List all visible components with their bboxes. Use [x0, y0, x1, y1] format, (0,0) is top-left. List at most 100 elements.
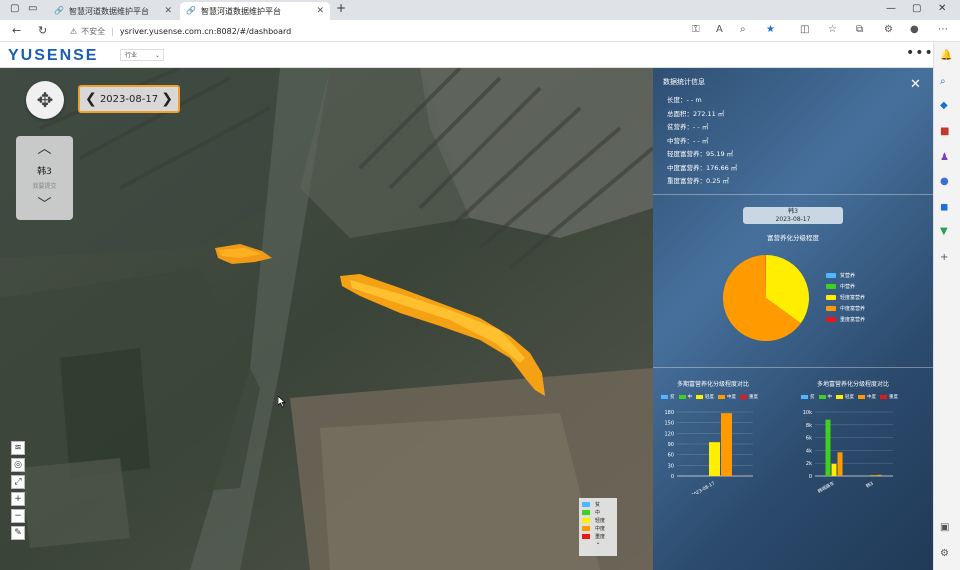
bar[interactable]: [831, 463, 837, 476]
person-icon[interactable]: ♟: [940, 152, 949, 163]
legend-item[interactable]: 中度: [858, 394, 876, 400]
bar[interactable]: [837, 452, 843, 476]
screenshot-icon[interactable]: ▣: [940, 522, 949, 533]
stat-moderate-eutrophic: 中度富营养：176.66 ㎡: [667, 162, 737, 176]
read-aloud-icon[interactable]: A: [716, 24, 723, 35]
legend-item[interactable]: 重度: [740, 394, 758, 400]
outlook-icon[interactable]: ◼: [940, 202, 948, 213]
map-toolbar: ≋ ◎ ⤢ + − ✎: [11, 441, 27, 543]
pie-legend-item[interactable]: 重度富营养: [826, 314, 865, 325]
legend-label: 贫: [595, 501, 601, 508]
collections-icon[interactable]: ⧉: [856, 24, 863, 35]
refresh-icon[interactable]: ↻: [38, 24, 47, 37]
legend-label: 轻度富营养: [840, 295, 866, 301]
bar[interactable]: [876, 474, 882, 476]
compass-button[interactable]: ✥: [26, 81, 64, 119]
bar[interactable]: [825, 419, 831, 476]
next-date-button[interactable]: ❯: [161, 91, 173, 107]
locate-icon[interactable]: ◎: [11, 458, 25, 472]
link-icon: 🔗: [54, 6, 64, 15]
zoom-icon[interactable]: ⌕: [740, 24, 746, 35]
prev-site-button[interactable]: ︿: [16, 138, 73, 158]
tools-icon[interactable]: ■: [940, 126, 949, 137]
legend-swatch: [818, 395, 826, 399]
map-view[interactable]: ✥ ❮ 2023-08-17 ❯ ︿ 韩3 我要提交 ﹀ ≋ ◎ ⤢ + − ✎…: [0, 68, 653, 570]
workspaces-icon[interactable]: ▭: [28, 3, 37, 14]
tag-icon[interactable]: ◆: [940, 100, 948, 111]
close-icon[interactable]: ✕: [910, 77, 921, 92]
more-icon[interactable]: •••: [906, 45, 934, 61]
bar[interactable]: [721, 413, 732, 476]
extensions-icon[interactable]: ⚙: [884, 24, 893, 35]
circle-app-icon[interactable]: ●: [940, 176, 949, 187]
multi-period-bar-chart: 180 150 120 90 60 30 0 2023-08-17: [664, 410, 753, 494]
stat-value: 176.66 ㎡: [706, 163, 738, 172]
stat-mesotrophic: 中营养：- - ㎡: [667, 135, 737, 149]
bell-icon[interactable]: 🔔: [940, 50, 952, 61]
date-selector: ❮ 2023-08-17 ❯: [78, 85, 180, 113]
y-tick-label: 150: [664, 421, 674, 427]
divider: [653, 194, 933, 195]
close-icon[interactable]: ✕: [316, 6, 324, 16]
add-icon[interactable]: +: [940, 252, 948, 263]
legend-item[interactable]: 贫: [661, 394, 675, 400]
prev-date-button[interactable]: ❮: [85, 91, 97, 107]
stat-value: - - ㎡: [693, 123, 709, 131]
window-close-icon[interactable]: ✕: [938, 3, 946, 14]
menu-icon[interactable]: ⋯: [938, 24, 948, 35]
legend-item[interactable]: 重度: [880, 394, 898, 400]
legend-item[interactable]: 轻度: [696, 394, 714, 400]
industry-select[interactable]: 行业 ⌄: [120, 49, 164, 61]
pie-legend-item[interactable]: 中度富营养: [826, 303, 865, 314]
bar[interactable]: [709, 442, 720, 476]
legend-item[interactable]: 中: [818, 394, 833, 400]
stat-value: - - m: [686, 96, 702, 104]
legend-item[interactable]: 中: [678, 394, 692, 400]
legend-label: 中度: [595, 525, 606, 532]
legend-item: 贫: [582, 500, 614, 508]
game-icon[interactable]: ▼: [940, 226, 948, 237]
minimize-icon[interactable]: —: [886, 3, 896, 14]
chevron-down-icon: ⌄: [154, 52, 160, 59]
layers-icon[interactable]: ≋: [11, 441, 25, 455]
legend-expand-icon[interactable]: ⌄: [582, 540, 614, 546]
pie-legend-item[interactable]: 中营养: [826, 281, 865, 292]
profile-icon[interactable]: ●: [910, 24, 919, 35]
bar[interactable]: [870, 475, 876, 476]
close-icon[interactable]: ✕: [164, 6, 172, 16]
browser-tab-2[interactable]: 🔗 智慧河道数据维护平台 ✕: [180, 2, 330, 20]
legend-label: 中: [827, 395, 833, 400]
legend-swatch: [826, 284, 836, 289]
zoom-out-icon[interactable]: −: [11, 509, 25, 523]
maximize-icon[interactable]: ▢: [912, 3, 921, 14]
tab-title: 智慧河道数据维护平台: [69, 6, 149, 16]
legend-item[interactable]: 轻度: [836, 394, 854, 400]
browser-tab-1[interactable]: 🔗 智慧河道数据维护平台 ✕: [48, 2, 178, 20]
pie-legend-item[interactable]: 贫营养: [826, 270, 865, 281]
split-screen-icon[interactable]: ◫: [800, 24, 809, 35]
pie-legend-item[interactable]: 轻度富营养: [826, 292, 865, 303]
legend-item[interactable]: 贫: [801, 394, 815, 400]
yusense-logo: YUSENSE: [8, 47, 99, 64]
tab-actions-icon[interactable]: ▢: [10, 3, 19, 14]
y-tick-label: 60: [668, 453, 674, 459]
pie-chart-title: 富营养化分级程度: [767, 234, 819, 242]
search-icon[interactable]: ⌕: [940, 76, 946, 87]
map-legend: 贫 中 轻度 中度 重度 ⌄: [579, 498, 617, 556]
measure-icon[interactable]: ✎: [11, 526, 25, 540]
back-icon[interactable]: ←: [12, 24, 21, 37]
favorite-star-icon[interactable]: ★: [766, 24, 775, 35]
fullscreen-icon[interactable]: ⤢: [11, 475, 25, 489]
new-tab-icon[interactable]: +: [336, 1, 346, 15]
legend-label: 贫营养: [840, 273, 856, 279]
next-site-button[interactable]: ﹀: [16, 194, 73, 214]
url-field[interactable]: ⚠ 不安全 | ysriver.yusense.com.cn:8082/#/da…: [70, 23, 790, 39]
key-icon[interactable]: ⚿: [692, 24, 700, 35]
legend-item[interactable]: 中度: [718, 394, 736, 400]
settings-icon[interactable]: ⚙: [940, 548, 949, 559]
submit-link[interactable]: 我要提交: [16, 181, 73, 190]
multi-site-bar-chart: 10k 8k 6k 4k 2k 0 韩城路东 韩3: [803, 410, 893, 494]
zoom-in-icon[interactable]: +: [11, 492, 25, 506]
favorites-icon[interactable]: ☆: [828, 24, 837, 35]
security-label: 不安全: [81, 26, 106, 36]
